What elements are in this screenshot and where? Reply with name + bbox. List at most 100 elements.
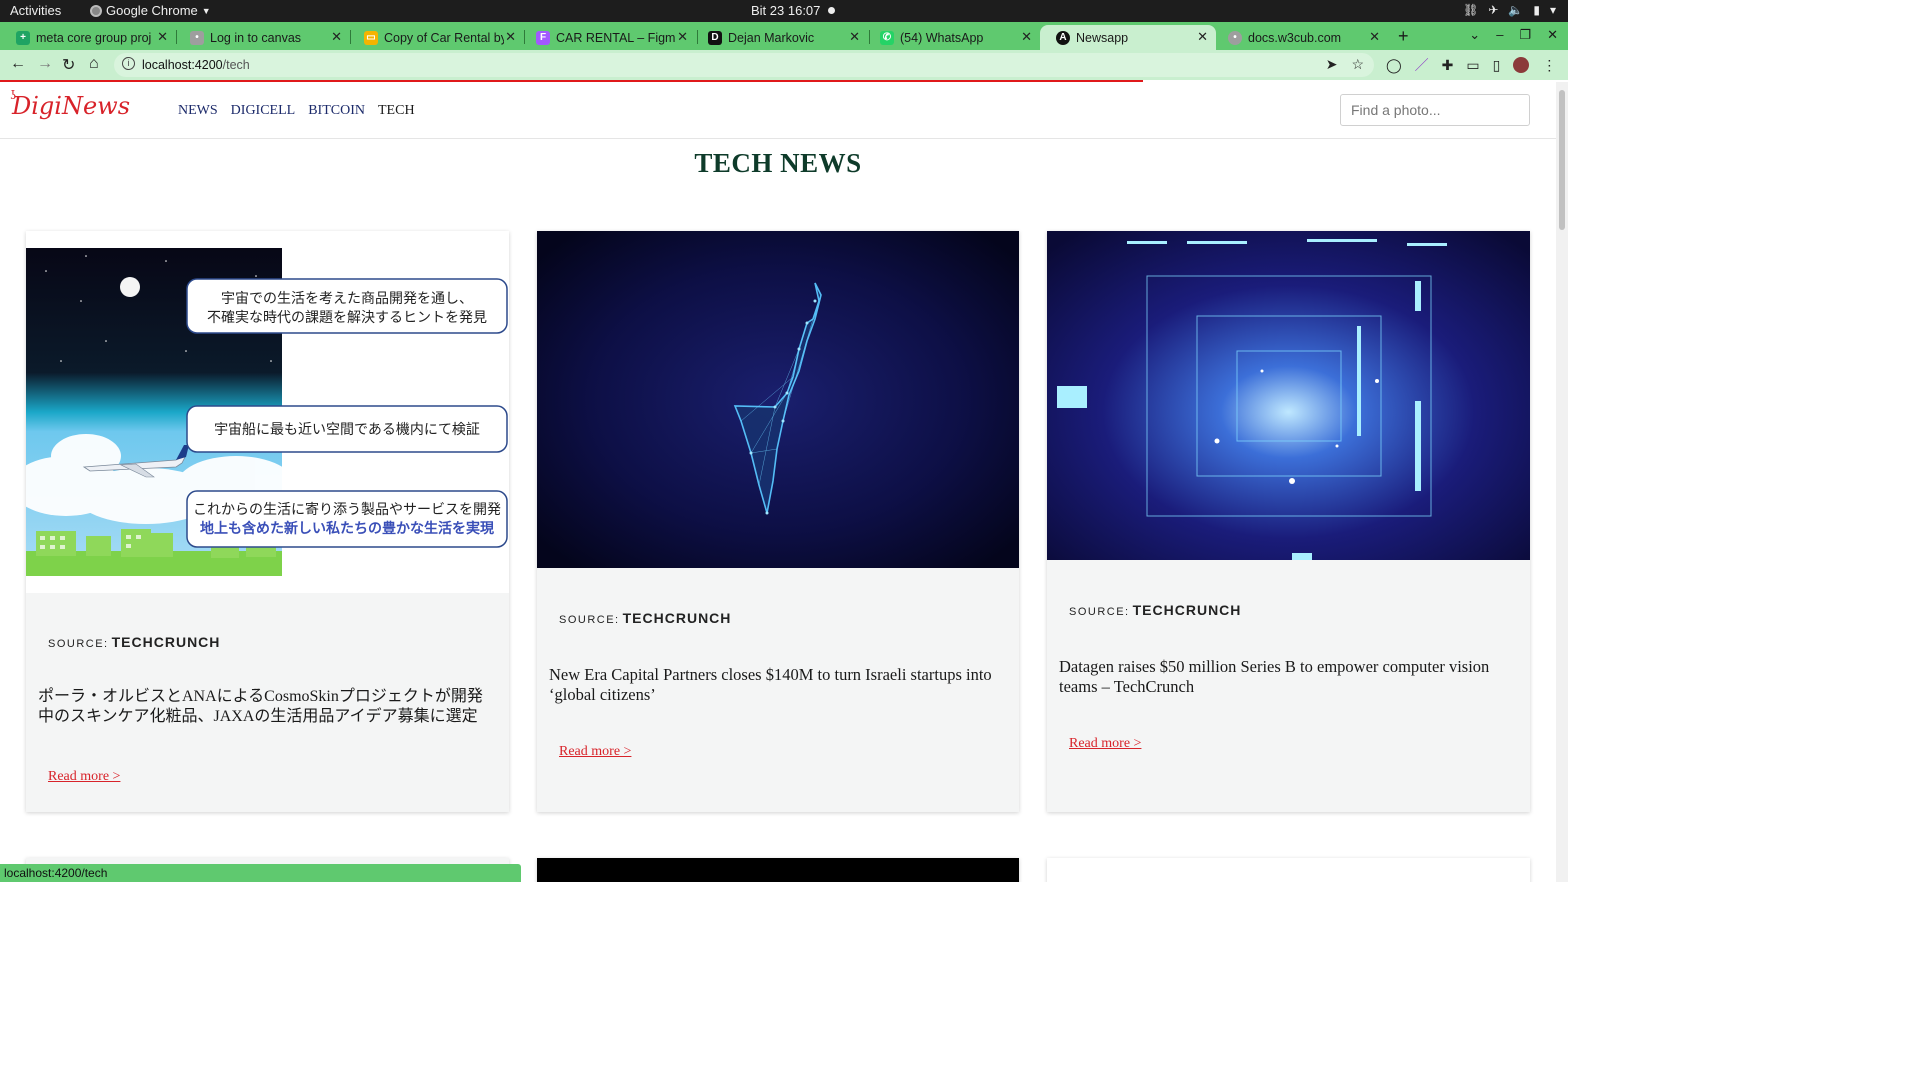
article-image[interactable]: 宇宙での生活を考えた商品開発を通し、 不確実な時代の課題を解決するヒントを発見 …: [26, 231, 509, 593]
tab[interactable]: + meta core group proj ✕: [0, 25, 176, 50]
new-tab-button[interactable]: +: [1398, 26, 1409, 47]
site-logo[interactable]: ʖ DigiNews: [10, 88, 131, 120]
source-label: SOURCE:: [559, 614, 620, 626]
news-card: 宇宙での生活を考えた商品開発を通し、 不確実な時代の課題を解決するヒントを発見 …: [26, 231, 509, 812]
close-window-icon[interactable]: ✕: [1547, 27, 1558, 43]
restore-icon[interactable]: ❐: [1519, 27, 1531, 43]
address-bar[interactable]: i localhost:4200/tech ➤ ☆: [114, 53, 1374, 77]
cast-icon[interactable]: ▭: [1466, 57, 1479, 74]
notification-dot-icon: [828, 7, 835, 14]
close-tab-icon[interactable]: ✕: [677, 29, 688, 45]
article-source: SOURCE: TECHCRUNCH: [1069, 602, 1241, 618]
close-tab-icon[interactable]: ✕: [1197, 29, 1208, 45]
callout-line-1: 宇宙での生活を考えた商品開発を通し、: [221, 291, 473, 307]
tab[interactable]: • docs.w3cub.com ✕: [1212, 25, 1388, 50]
globe-icon: •: [190, 30, 204, 45]
read-more-link[interactable]: Read more >: [559, 744, 631, 760]
source-name: TECHCRUNCH: [1132, 602, 1242, 618]
site-info-icon[interactable]: i: [122, 57, 135, 70]
close-tab-icon[interactable]: ✕: [1021, 29, 1032, 45]
send-tab-icon[interactable]: ➤: [1326, 56, 1338, 73]
app-menu[interactable]: Google Chrome ▼: [90, 3, 211, 18]
tab-title: Dejan Markovic: [728, 30, 815, 45]
tab-title: Log in to canvas: [210, 30, 302, 45]
tab-search-icon[interactable]: ⌄: [1469, 27, 1480, 43]
os-top-bar: Activities Google Chrome ▼ Bit 23 16:07 …: [0, 0, 1568, 22]
tab-newsapp-active[interactable]: A Newsapp ✕: [1040, 25, 1216, 50]
extensions-puzzle-icon[interactable]: ✚: [1442, 57, 1454, 74]
extension-circle-icon[interactable]: ◯: [1386, 57, 1402, 74]
forward-icon[interactable]: →: [37, 55, 53, 73]
photo-search-input[interactable]: [1340, 94, 1530, 126]
tab[interactable]: ▭ Copy of Car Rental by ✕: [348, 25, 524, 50]
system-tray[interactable]: ⛓ ✈ 🔈 ▮ ▾: [1463, 3, 1556, 17]
figma-icon: F: [536, 30, 550, 45]
read-more-link[interactable]: Read more >: [1069, 736, 1141, 752]
tab[interactable]: • Log in to canvas ✕: [174, 25, 350, 50]
tab-title: Copy of Car Rental by: [384, 30, 504, 45]
page-scrollbar[interactable]: [1556, 82, 1568, 882]
callout-line-2: 不確実な時代の課題を解決するヒントを発見: [207, 310, 487, 326]
menu-kebab-icon[interactable]: ⋮: [1542, 57, 1556, 74]
callout-line-5: 地上も含めた新しい私たちの豊かな生活を実現: [200, 520, 494, 537]
url-text[interactable]: localhost:4200/tech: [142, 58, 250, 72]
callout-line-4: これからの生活に寄り添う製品やサービスを開発: [193, 501, 501, 518]
news-card: [537, 858, 1019, 882]
scrollbar-thumb[interactable]: [1559, 90, 1565, 230]
tab[interactable]: F CAR RENTAL – Figma ✕: [520, 25, 696, 50]
back-icon[interactable]: ←: [10, 55, 26, 73]
tab-title: meta core group proj: [36, 30, 152, 45]
nav-link-bitcoin[interactable]: BITCOIN: [308, 103, 365, 119]
nav-link-digicell[interactable]: DIGICELL: [231, 103, 296, 119]
whatsapp-icon: ✆: [880, 30, 894, 45]
close-tab-icon[interactable]: ✕: [1369, 29, 1380, 45]
battery-icon: ▮: [1533, 3, 1540, 17]
omnibox-actions: ➤ ☆: [1326, 56, 1364, 73]
article-title[interactable]: ポーラ・オルビスとANAによるCosmoSkinプロジェクトが開発中のスキンケア…: [38, 687, 497, 727]
chrome-icon: [90, 4, 102, 17]
page-title: TECH NEWS: [694, 148, 862, 178]
close-tab-icon[interactable]: ✕: [331, 29, 342, 45]
close-tab-icon[interactable]: ✕: [849, 29, 860, 45]
article-source: SOURCE: TECHCRUNCH: [48, 634, 220, 650]
article-image-data-tunnel: [1047, 231, 1530, 560]
article-title[interactable]: Datagen raises $50 million Series B to e…: [1059, 657, 1518, 697]
minimize-icon[interactable]: –: [1496, 27, 1503, 43]
logo-text: DigiNews: [12, 92, 131, 120]
tab[interactable]: D Dejan Markovic ✕: [692, 25, 868, 50]
url-host: localhost:4200: [142, 58, 223, 72]
reload-icon[interactable]: ↻: [62, 55, 75, 75]
source-name: TECHCRUNCH: [111, 634, 221, 650]
article-image-israel-map: [537, 231, 1019, 568]
network-icon: ⛓: [1463, 3, 1479, 17]
source-label: SOURCE:: [48, 638, 109, 650]
article-title[interactable]: New Era Capital Partners closes $140M to…: [549, 665, 1007, 705]
read-more-link[interactable]: Read more >: [48, 769, 120, 785]
page-viewport: ʖ DigiNews NEWS DIGICELL BITCOIN TECH TE…: [0, 82, 1556, 882]
site-navbar: ʖ DigiNews NEWS DIGICELL BITCOIN TECH: [0, 82, 1556, 139]
extension-pen-icon[interactable]: ／: [1415, 55, 1429, 75]
globe-icon: •: [1228, 30, 1242, 45]
side-panel-icon[interactable]: ▯: [1493, 57, 1501, 74]
callout-line-3: 宇宙船に最も近い空間である機内にて検証: [214, 422, 480, 438]
news-card: [1047, 858, 1530, 882]
close-tab-icon[interactable]: ✕: [157, 29, 168, 45]
clock[interactable]: Bit 23 16:07: [751, 3, 820, 18]
url-path: /tech: [222, 58, 250, 72]
article-image[interactable]: [537, 231, 1019, 568]
volume-icon: 🔈: [1508, 3, 1524, 17]
home-icon[interactable]: ⌂: [89, 55, 99, 73]
close-tab-icon[interactable]: ✕: [505, 29, 516, 45]
news-card: SOURCE: TECHCRUNCH Datagen raises $50 mil…: [1047, 231, 1530, 812]
nav-link-news[interactable]: NEWS: [178, 103, 218, 119]
sheets-icon: +: [16, 30, 30, 45]
angular-icon: A: [1056, 30, 1070, 45]
activities-button[interactable]: Activities: [10, 3, 61, 18]
article-image[interactable]: [1047, 231, 1530, 560]
bookmark-star-icon[interactable]: ☆: [1351, 56, 1364, 73]
nav-link-tech[interactable]: TECH: [378, 103, 415, 119]
tab[interactable]: ✆ (54) WhatsApp ✕: [864, 25, 1040, 50]
profile-avatar[interactable]: [1513, 57, 1530, 73]
source-name: TECHCRUNCH: [622, 610, 732, 626]
tab-title: CAR RENTAL – Figma: [556, 30, 676, 45]
